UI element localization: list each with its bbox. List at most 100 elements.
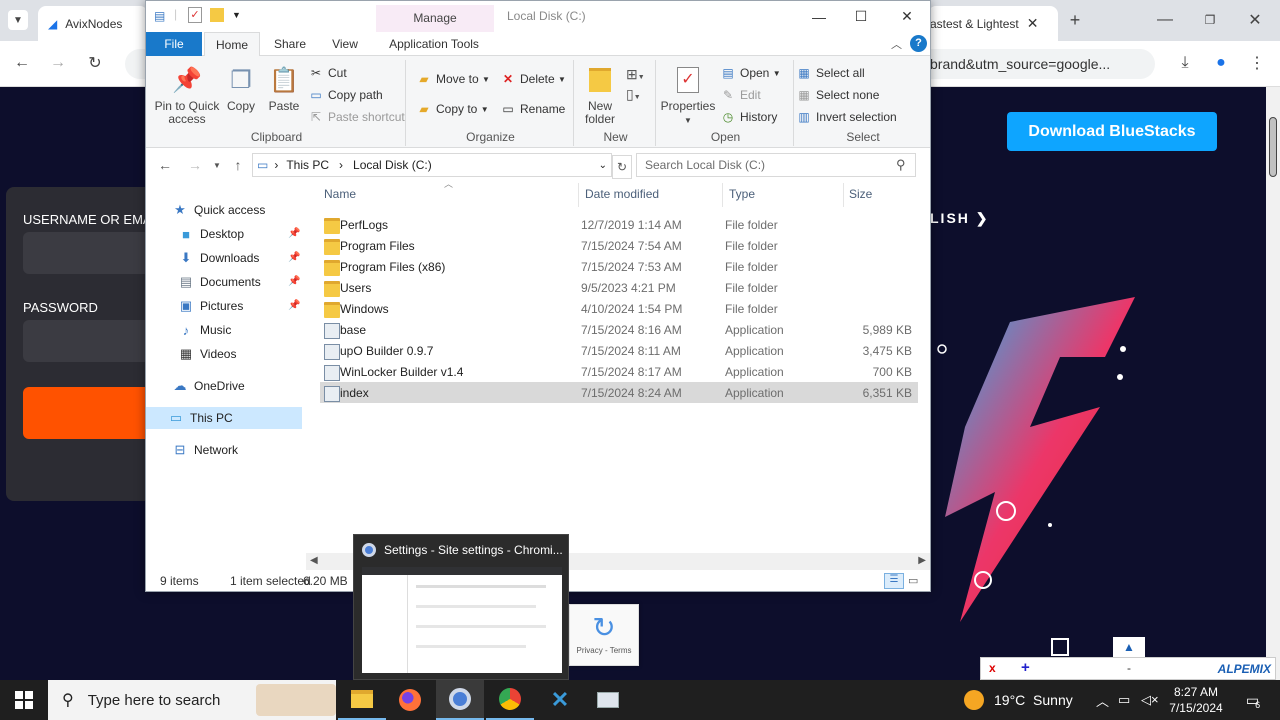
copy-button[interactable]: ❐ Copy (222, 64, 260, 113)
large-icons-view-icon[interactable]: ▭ (908, 574, 918, 587)
select-none-button[interactable]: ▦ Select none (796, 88, 879, 102)
collapse-ribbon-icon[interactable]: ︿ (891, 36, 902, 52)
profile-icon[interactable]: ● (1211, 53, 1231, 73)
tab-application-tools[interactable]: Application Tools (378, 32, 490, 56)
file-row[interactable]: Program Files (x86) 7/15/2024 7:53 AM File… (320, 256, 918, 277)
new-folder-button[interactable]: New folder (578, 64, 622, 126)
taskbar-chromium[interactable] (436, 680, 484, 720)
alpemix-minimize-icon[interactable]: - (1127, 661, 1131, 675)
pin-icon[interactable]: 📌 (288, 252, 300, 263)
clock[interactable]: 8:27 AM 7/15/2024 (1166, 680, 1226, 720)
nav-network[interactable]: ⊟ Network (172, 439, 238, 461)
qat-new-folder-icon[interactable] (210, 8, 224, 22)
tab-file[interactable]: File (146, 32, 202, 56)
column-divider[interactable] (578, 183, 579, 207)
taskbar-app-window[interactable] (584, 680, 632, 720)
recent-locations-icon[interactable]: ▼ (208, 156, 226, 174)
forward-icon[interactable]: → (186, 156, 204, 174)
taskbar-firefox[interactable] (386, 680, 434, 720)
nav-quick-access[interactable]: ★ Quick access (172, 199, 265, 221)
file-row[interactable]: Program Files 7/15/2024 7:54 AM File folde… (320, 235, 918, 256)
move-to-button[interactable]: ▰ Move to ▼ (416, 72, 490, 86)
refresh-icon[interactable]: ↻ (612, 155, 632, 179)
tab-share[interactable]: Share (264, 32, 316, 56)
nav-this-pc[interactable]: ▭ This PC (146, 407, 302, 429)
qat-customize-icon[interactable]: ▼ (232, 10, 241, 20)
column-date-modified[interactable]: Date modified (585, 187, 659, 201)
pin-to-quick-access-button[interactable]: 📌 Pin to Quick access (152, 64, 222, 126)
file-row[interactable]: PerfLogs 12/7/2019 1:14 AM File folder (320, 214, 918, 235)
nav-videos[interactable]: ▦ Videos (178, 343, 237, 365)
alpemix-expand-icon[interactable]: ▲ (1113, 637, 1145, 657)
file-row[interactable]: Windows 4/10/2024 1:54 PM File folder (320, 298, 918, 319)
minimize-button[interactable]: — (796, 1, 842, 32)
invert-selection-button[interactable]: ▥ Invert selection (796, 110, 896, 124)
taskbar-thumbnail-preview[interactable]: Settings - Site settings - Chromi... (353, 534, 569, 680)
restore-icon[interactable]: ❐ (1200, 10, 1220, 30)
taskbar-file-explorer[interactable] (338, 680, 386, 720)
copy-path-button[interactable]: ▭ Copy path (308, 88, 382, 102)
scroll-left-icon[interactable]: ◀ (310, 555, 318, 566)
tab-avixnodes[interactable]: ◢ AvixNodes (38, 6, 148, 41)
show-hidden-icons[interactable]: ︿ (1096, 680, 1109, 720)
nav-music[interactable]: ♪ Music (178, 319, 232, 341)
nav-downloads[interactable]: ⬇ Downloads (178, 247, 260, 269)
nav-pictures[interactable]: ▣ Pictures (178, 295, 244, 317)
start-button[interactable] (0, 680, 48, 720)
network-tray-icon[interactable]: ▭ (1118, 680, 1130, 720)
address-bar[interactable]: ▭ › This PC › Local Disk (C:) ⌄ (252, 153, 612, 177)
scrollbar-thumb[interactable] (1269, 117, 1277, 177)
alpemix-close-icon[interactable]: x (989, 661, 996, 675)
new-item-icon[interactable]: ⊞▼ (626, 66, 645, 83)
select-all-button[interactable]: ▦ Select all (796, 66, 864, 80)
details-view-icon[interactable]: ☰ (884, 573, 904, 589)
pin-icon[interactable]: 📌 (288, 228, 300, 239)
file-row[interactable]: base 7/15/2024 8:16 AM Application 5,989 KB (320, 319, 918, 340)
taskbar-app-x[interactable]: ✕ (536, 680, 584, 720)
manage-tab[interactable]: Manage (376, 5, 494, 32)
file-row[interactable]: WinLocker Builder v1.4 7/15/2024 8:17 AM A… (320, 361, 918, 382)
help-icon[interactable]: ? (910, 35, 927, 52)
up-icon[interactable]: ↑ (229, 156, 247, 174)
recaptcha-text[interactable]: Privacy - Terms (570, 646, 638, 655)
paste-shortcut-button[interactable]: ⇱ Paste shortcut (308, 110, 405, 124)
file-row[interactable]: index 7/15/2024 8:24 AM Application 6,351 K… (320, 382, 918, 403)
breadcrumb-local-disk[interactable]: Local Disk (C:) (353, 158, 432, 172)
back-icon[interactable]: ← (12, 53, 32, 73)
alpemix-add-icon[interactable]: + (1021, 659, 1030, 676)
pin-icon[interactable]: 📌 (288, 300, 300, 311)
column-type[interactable]: Type (729, 187, 755, 201)
new-tab-icon[interactable]: + (1065, 10, 1085, 30)
recaptcha-badge[interactable]: ↻ Privacy - Terms (569, 604, 639, 666)
minimize-icon[interactable]: — (1155, 10, 1175, 30)
pin-icon[interactable]: 📌 (288, 276, 300, 287)
file-row[interactable]: Users 9/5/2023 4:21 PM File folder (320, 277, 918, 298)
breadcrumb-this-pc[interactable]: This PC (286, 158, 329, 172)
properties-button[interactable]: ✓ Properties ▼ (660, 64, 716, 127)
column-divider[interactable] (843, 183, 844, 207)
nav-onedrive[interactable]: ☁ OneDrive (172, 375, 245, 397)
cut-button[interactable]: ✂ Cut (308, 66, 347, 80)
download-bluestacks-button[interactable]: Download BlueStacks (1007, 112, 1217, 151)
explorer-title-bar[interactable]: ▤ | ✓ ▼ Manage Local Disk (C:) — ☐ ✕ (146, 1, 930, 32)
open-button[interactable]: ▤ Open ▼ (720, 66, 780, 80)
download-icon[interactable]: ⤓ (1175, 53, 1195, 73)
close-tab-icon[interactable]: ✕ (1027, 15, 1039, 32)
paste-button[interactable]: 📋 Paste (264, 64, 304, 113)
file-row[interactable]: upO Builder 0.9.7 7/15/2024 8:11 AM Applic… (320, 340, 918, 361)
column-name[interactable]: Name (324, 187, 356, 201)
menu-icon[interactable]: ⋮ (1247, 53, 1267, 73)
reload-icon[interactable]: ↻ (85, 53, 105, 73)
delete-button[interactable]: ✕ Delete ▼ (500, 72, 566, 86)
language-selector[interactable]: LISH ❯ (930, 210, 990, 227)
nav-desktop[interactable]: ■ Desktop (178, 223, 244, 245)
taskbar-chrome[interactable] (486, 680, 534, 720)
taskbar-search-box[interactable]: ⚲ Type here to search (48, 680, 336, 720)
edit-button[interactable]: ✎ Edit (720, 88, 761, 102)
back-icon[interactable]: ← (156, 156, 174, 174)
close-icon[interactable]: ✕ (1245, 10, 1265, 30)
weather-widget[interactable]: 19°C Sunny (964, 680, 1073, 720)
tab-bluestacks[interactable]: astest & Lightest ✕ (928, 6, 1058, 41)
nav-documents[interactable]: ▤ Documents (178, 271, 261, 293)
address-dropdown-icon[interactable]: ⌄ (599, 160, 607, 171)
